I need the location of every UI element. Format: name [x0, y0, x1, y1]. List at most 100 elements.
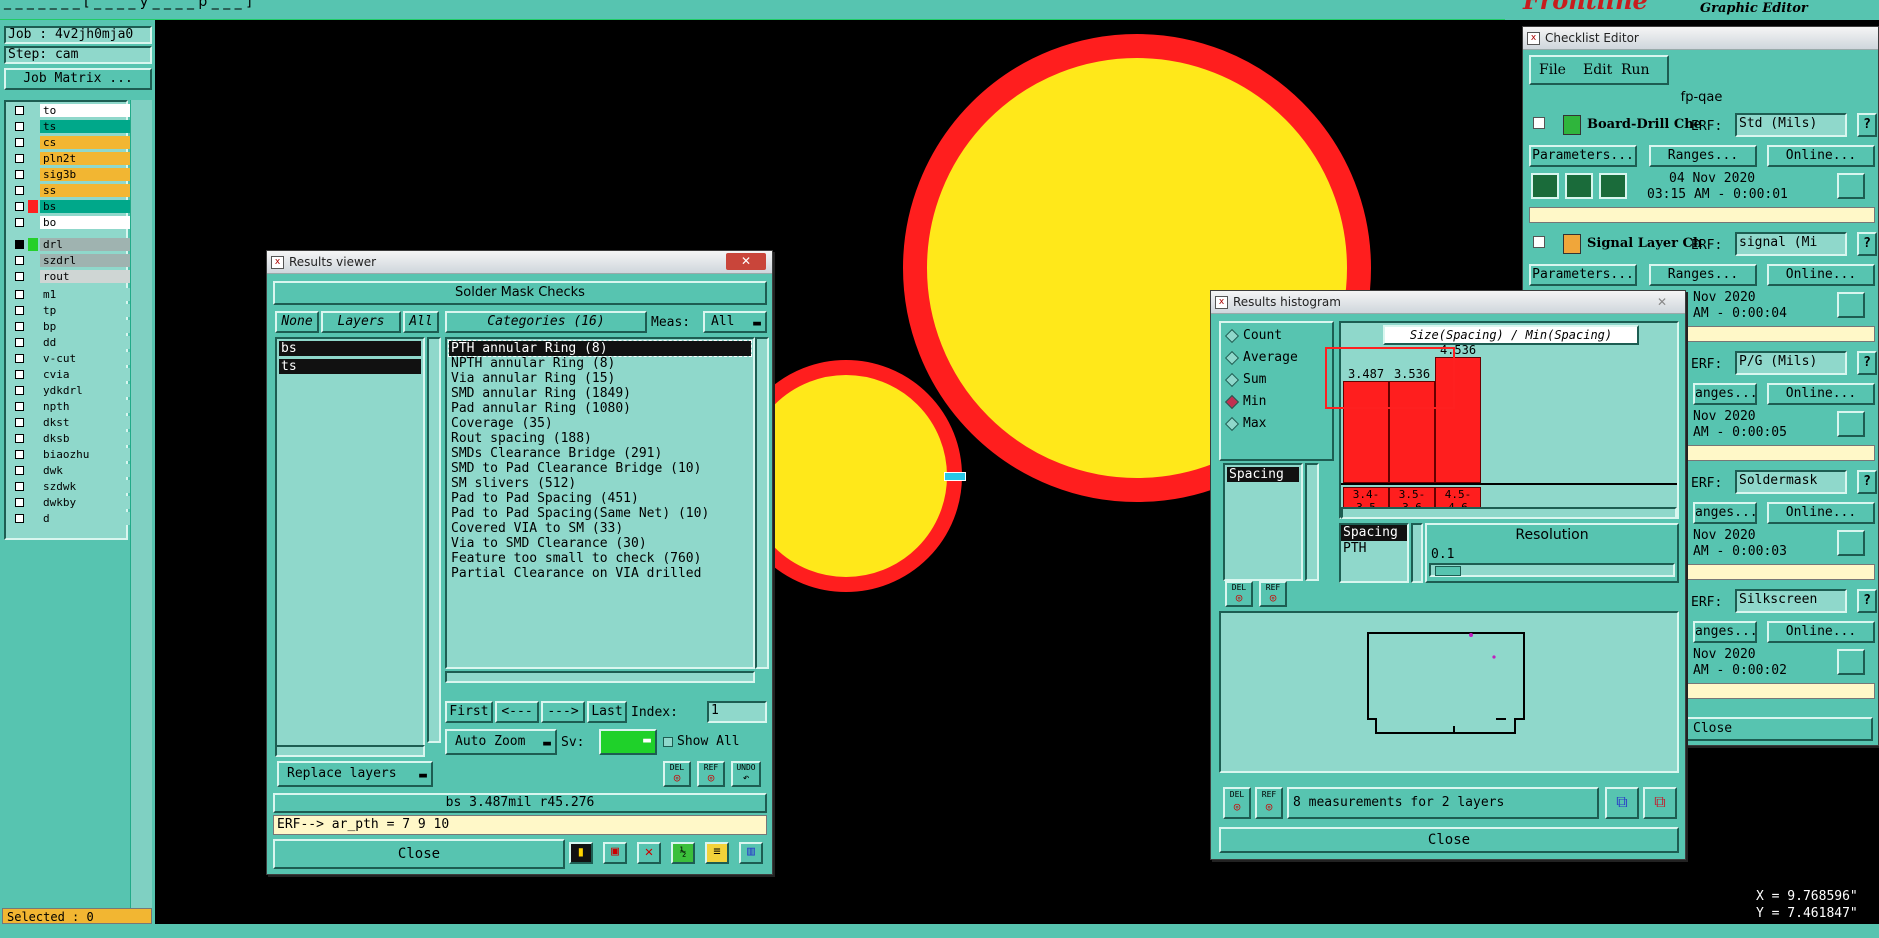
category-item[interactable]: SMDs Clearance Bridge (291)	[449, 446, 751, 461]
ranges-button[interactable]: anges...	[1693, 502, 1758, 524]
run-all-icon[interactable]	[1565, 173, 1593, 199]
layer-row-bo[interactable]: bo	[12, 216, 130, 229]
ranges-button[interactable]: anges...	[1693, 621, 1758, 643]
layer-checkbox[interactable]	[15, 122, 24, 131]
stat-option-min[interactable]: Min	[1221, 391, 1332, 413]
next-button[interactable]: --->	[541, 701, 585, 723]
zoom-fit-button[interactable]: ⧉	[1605, 787, 1639, 819]
preview-ref-button[interactable]: REF ◎	[1255, 787, 1283, 819]
ranges-button[interactable]: anges...	[1693, 383, 1758, 405]
layer-checkbox[interactable]	[15, 272, 24, 281]
none-button[interactable]: None	[275, 311, 319, 333]
layer-row-tp[interactable]: tp	[12, 304, 130, 317]
online-button[interactable]: Online...	[1767, 502, 1875, 524]
help-button[interactable]: ?	[1857, 113, 1877, 137]
layer-color-swatch[interactable]	[28, 320, 38, 333]
hist-ref-button[interactable]: REF ◎	[1259, 581, 1287, 607]
zoom-result-button[interactable]	[1837, 173, 1865, 199]
close-window-button[interactable]: ✕	[1657, 291, 1667, 313]
layer-checkbox[interactable]	[15, 450, 24, 459]
zoom-back-button[interactable]: ⧉	[1643, 787, 1677, 819]
category-item[interactable]: Via to SMD Clearance (30)	[449, 536, 751, 551]
category-item[interactable]: SM slivers (512)	[449, 476, 751, 491]
auto-zoom-dropdown[interactable]: Auto Zoom ▬	[445, 729, 557, 755]
layer-row-m1[interactable]: m1	[12, 288, 130, 301]
layer-color-swatch[interactable]	[28, 200, 38, 213]
zoom-result-button[interactable]	[1837, 411, 1865, 437]
check-enable-icon[interactable]	[1533, 236, 1545, 248]
help-button[interactable]: ?	[1857, 470, 1877, 494]
erf-value[interactable]: Std (Mils)	[1735, 113, 1847, 137]
layer-row-npth[interactable]: npth	[12, 400, 130, 413]
menu-edit[interactable]: Edit	[1583, 62, 1612, 78]
layers-list[interactable]: bs ts	[275, 337, 425, 757]
layer-checkbox[interactable]	[15, 514, 24, 523]
show-all-checkbox[interactable]	[663, 737, 673, 747]
layer-checkbox[interactable]	[15, 466, 24, 475]
zoom-result-button[interactable]	[1837, 292, 1865, 318]
layer-checkbox[interactable]	[15, 402, 24, 411]
hist-del-button[interactable]: DEL ◎	[1225, 581, 1253, 607]
measure-type-item[interactable]: Spacing	[1341, 525, 1407, 541]
layer-color-swatch[interactable]	[28, 304, 38, 317]
online-button[interactable]: Online...	[1767, 264, 1875, 286]
category-item[interactable]: Pad to Pad Spacing(Same Net) (10)	[449, 506, 751, 521]
layer-checkbox[interactable]	[15, 106, 24, 115]
radio-icon[interactable]	[1224, 416, 1240, 432]
meas-dropdown[interactable]: All ▬	[703, 311, 767, 333]
radio-icon[interactable]	[1224, 350, 1240, 366]
layer-row-pln2t[interactable]: pln2t	[12, 152, 130, 165]
layer-row-d[interactable]: d	[12, 512, 130, 525]
layer-color-swatch[interactable]	[28, 448, 38, 461]
layer-color-swatch[interactable]	[28, 400, 38, 413]
layer-row-ss[interactable]: ss	[12, 184, 130, 197]
layer-checkbox[interactable]	[15, 154, 24, 163]
highlight-icon[interactable]: ▮	[569, 842, 593, 864]
slider-thumb[interactable]	[1435, 566, 1461, 576]
run-icon[interactable]	[1531, 173, 1559, 199]
stop-icon[interactable]	[1599, 173, 1627, 199]
index-input[interactable]: 1	[707, 701, 767, 723]
layer-checkbox[interactable]	[15, 322, 24, 331]
layer-row-bs[interactable]: bs	[12, 200, 130, 213]
layer-color-swatch[interactable]	[28, 184, 38, 197]
categories-vscroll[interactable]	[755, 337, 769, 669]
layer-row-rout[interactable]: rout	[12, 270, 130, 283]
close-button[interactable]: Close	[273, 839, 565, 869]
help-button[interactable]: ?	[1857, 589, 1877, 613]
layer-row-szdwk[interactable]: szdwk	[12, 480, 130, 493]
histogram-close-button[interactable]: Close	[1219, 827, 1679, 853]
layer-checkbox[interactable]	[15, 170, 24, 179]
ranges-button[interactable]: Ranges...	[1649, 145, 1757, 167]
layer-row-biaozhu[interactable]: biaozhu	[12, 448, 130, 461]
layer-color-swatch[interactable]	[28, 152, 38, 165]
layer-row-dd[interactable]: dd	[12, 336, 130, 349]
layer-item[interactable]: bs	[279, 341, 421, 356]
close-window-button[interactable]: ✕	[726, 253, 766, 270]
category-item[interactable]: NPTH annular Ring (8)	[449, 356, 751, 371]
layer-checkbox[interactable]	[15, 498, 24, 507]
layers-vscroll[interactable]	[427, 337, 441, 743]
layer-row-cs[interactable]: cs	[12, 136, 130, 149]
layer-checkbox[interactable]	[15, 482, 24, 491]
resolution-slider[interactable]	[1429, 563, 1675, 577]
measure-type-item[interactable]: PTH	[1341, 541, 1407, 557]
category-item[interactable]: SMD to Pad Clearance Bridge (10)	[449, 461, 751, 476]
category-item[interactable]: Pad to Pad Spacing (451)	[449, 491, 751, 506]
zoom-result-button[interactable]	[1837, 649, 1865, 675]
radio-icon[interactable]	[1224, 372, 1240, 388]
layer-color-swatch[interactable]	[28, 496, 38, 509]
layer-row-dwkby[interactable]: dwkby	[12, 496, 130, 509]
layers-hscroll[interactable]	[275, 745, 425, 757]
delete-mark-icon[interactable]: ▣	[603, 842, 627, 864]
layer-color-swatch[interactable]	[28, 480, 38, 493]
categories-hscroll[interactable]	[445, 671, 755, 683]
measure-item-spacing[interactable]: Spacing	[1227, 467, 1299, 482]
layer-color-swatch[interactable]	[28, 104, 38, 117]
radio-icon[interactable]	[1224, 394, 1240, 410]
category-item[interactable]: PTH annular Ring (8)	[448, 340, 752, 357]
menu-file[interactable]: File	[1539, 62, 1566, 78]
layer-checkbox[interactable]	[15, 256, 24, 265]
help-button[interactable]: ?	[1857, 351, 1877, 375]
sv-color-dropdown[interactable]: ▬	[599, 729, 657, 755]
